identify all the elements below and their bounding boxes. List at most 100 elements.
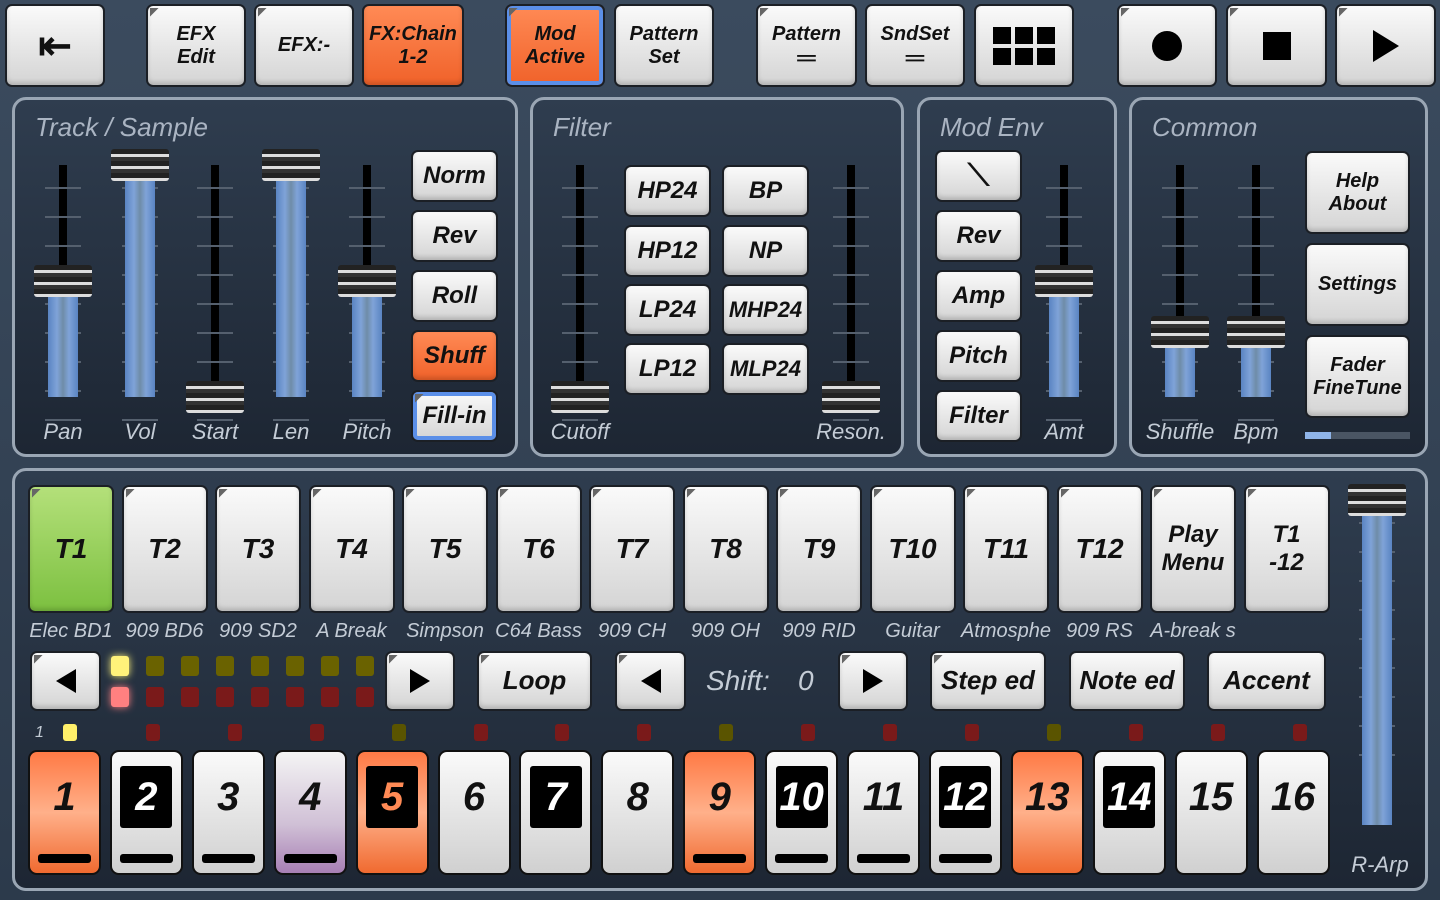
track-button-7[interactable]: T7 (589, 485, 675, 613)
shuffle-fader-handle[interactable] (1151, 316, 1209, 349)
mod-active-button[interactable]: Mod Active (505, 4, 605, 87)
mod-rev-button[interactable]: Rev (935, 210, 1022, 262)
pattern-led (321, 656, 339, 676)
step-pad-16[interactable]: 16 (1256, 750, 1330, 875)
envelope-shape-button[interactable]: ⟍ (935, 150, 1022, 202)
track-button-3[interactable]: T3 (215, 485, 301, 613)
step-pad-14[interactable]: 14 (1092, 750, 1166, 875)
step-number: 1 (53, 775, 76, 819)
step-ed-button[interactable]: Step ed (930, 651, 1046, 711)
pattern-button[interactable]: Pattern ═ (756, 4, 857, 87)
mlp24-button[interactable]: MLP24 (722, 343, 809, 395)
settings-button[interactable]: Settings (1305, 243, 1410, 326)
next-pattern-button[interactable] (385, 651, 455, 711)
efx-button[interactable]: EFX:- (254, 4, 354, 87)
shift-label: Shift: (706, 665, 770, 696)
step-bar (38, 854, 91, 863)
record-button[interactable] (1117, 4, 1217, 87)
step-pad-5[interactable]: 5 (355, 750, 429, 875)
sndset-button[interactable]: SndSet ═ (865, 4, 965, 87)
filter-button[interactable]: Filter (935, 390, 1022, 442)
stop-icon (1262, 31, 1291, 60)
rev-button[interactable]: Rev (411, 210, 498, 262)
reson-fader-handle[interactable] (822, 381, 880, 413)
fader-finetune-button[interactable]: Fader FineTune (1305, 335, 1410, 418)
pitch-button[interactable]: Pitch (935, 330, 1022, 382)
track-button-5[interactable]: T5 (402, 485, 488, 613)
fx-chain-button[interactable]: FX:Chain 1-2 (362, 4, 464, 87)
start-fader-handle[interactable] (186, 381, 244, 413)
step-pad-10[interactable]: 10 (765, 750, 839, 875)
step-pad-13[interactable]: 13 (1010, 750, 1084, 875)
step-pad-7[interactable]: 7 (519, 750, 593, 875)
cutoff-fader-handle[interactable] (551, 381, 609, 413)
track-button-2[interactable]: T2 (121, 485, 208, 613)
track-button-6[interactable]: T6 (495, 485, 582, 613)
track-button-14[interactable]: T1 -12 (1243, 485, 1330, 613)
step-pad-12[interactable]: 12 (928, 750, 1002, 875)
prev-pattern-button[interactable] (30, 651, 101, 711)
step-pad-11[interactable]: 11 (847, 750, 920, 875)
step-pad-4[interactable]: 4 (273, 750, 347, 875)
efx-edit-button[interactable]: EFX Edit (146, 4, 246, 87)
step-led (1128, 724, 1143, 741)
play-button[interactable] (1335, 4, 1436, 87)
track-button-10[interactable]: T10 (869, 485, 956, 613)
right-arrow-icon (410, 669, 430, 693)
fader-tick (833, 303, 869, 305)
step-pad-3[interactable]: 3 (191, 750, 265, 875)
fader-tick (1238, 303, 1274, 305)
grid-button[interactable] (974, 4, 1074, 87)
amp-button[interactable]: Amp (935, 270, 1022, 322)
step-number: 9 (708, 775, 731, 819)
roll-button[interactable]: Roll (411, 270, 498, 322)
fader-tick (562, 245, 598, 247)
track-button-9[interactable]: T9 (776, 485, 862, 613)
step-pad-6[interactable]: 6 (437, 750, 511, 875)
mhp24-button[interactable]: MHP24 (722, 284, 809, 336)
lp24-button[interactable]: LP24 (624, 284, 711, 336)
accent-button[interactable]: Accent (1207, 651, 1326, 711)
len-fader-handle[interactable] (262, 149, 320, 181)
stop-button[interactable] (1226, 4, 1327, 87)
pattern-led (286, 656, 304, 676)
step-pad-15[interactable]: 15 (1174, 750, 1248, 875)
right-arrow-icon (863, 669, 883, 693)
track-button-12[interactable]: T12 (1056, 485, 1143, 613)
track-button-11[interactable]: T11 (963, 485, 1049, 613)
help-about-button[interactable]: Help About (1305, 151, 1410, 234)
step-led (964, 724, 979, 741)
track-button-8[interactable]: T8 (682, 485, 769, 613)
bp-button[interactable]: BP (722, 165, 809, 217)
track-button-4[interactable]: T4 (308, 485, 395, 613)
fill-in-button[interactable]: Fill-in (411, 390, 498, 442)
note-ed-button[interactable]: Note ed (1069, 651, 1185, 711)
hp24-button[interactable]: HP24 (624, 165, 711, 217)
bpm-fader-handle[interactable] (1227, 316, 1285, 349)
step-pad-1[interactable]: 1 (28, 750, 101, 875)
exit-button[interactable]: ⇤ (5, 4, 105, 87)
lp12-button[interactable]: LP12 (624, 343, 711, 395)
rarp-fader-handle[interactable] (1348, 484, 1406, 516)
norm-button[interactable]: Norm (411, 150, 498, 202)
loop-button[interactable]: Loop (477, 651, 592, 711)
np-button[interactable]: NP (722, 225, 809, 277)
step-pad-9[interactable]: 9 (683, 750, 757, 875)
track-name: 909 RID (782, 620, 856, 642)
step-pad-2[interactable]: 2 (109, 750, 183, 875)
track-button-13[interactable]: Play Menu (1150, 485, 1236, 613)
amt-fader-handle[interactable] (1035, 265, 1093, 297)
pitch-fader-handle[interactable] (338, 265, 396, 297)
vol-fader-handle[interactable] (111, 149, 169, 181)
shuff-button[interactable]: Shuff (411, 330, 498, 382)
step-led (145, 724, 160, 741)
fader-tick (562, 303, 598, 305)
track-button-1[interactable]: T1 (28, 485, 114, 613)
shift-left-button[interactable] (615, 651, 686, 711)
hp12-button[interactable]: HP12 (624, 225, 711, 277)
rarp-level (1362, 500, 1392, 825)
shift-right-button[interactable] (838, 651, 908, 711)
pan-fader-handle[interactable] (34, 265, 92, 297)
pattern-set-button[interactable]: Pattern Set (614, 4, 714, 87)
step-pad-8[interactable]: 8 (601, 750, 675, 875)
